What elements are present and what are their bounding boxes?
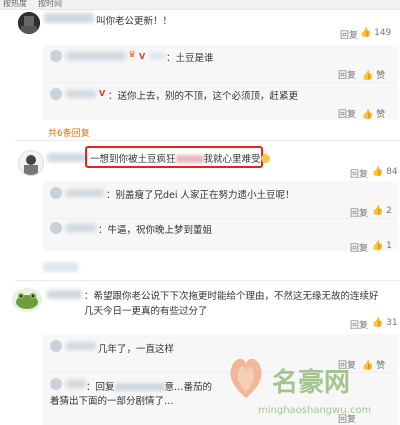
avatar[interactable] bbox=[12, 288, 42, 312]
thumb-up-icon: 👍 bbox=[362, 71, 374, 81]
reply-text-line2: 着猜出下面的一部分剧情了… bbox=[50, 396, 174, 407]
username-redacted bbox=[44, 13, 94, 23]
like-count: 1 bbox=[386, 241, 392, 251]
watermark-logo bbox=[226, 352, 266, 400]
reply-username-redacted bbox=[66, 52, 126, 60]
sort-tab-bar: 按热度 按时间 bbox=[0, 0, 400, 10]
like-button[interactable]: 👍 31 bbox=[372, 318, 398, 328]
reply-button[interactable]: 回复 bbox=[350, 241, 368, 254]
thumb-up-icon: 👍 bbox=[372, 167, 384, 177]
like-button[interactable]: 👍 赞 bbox=[362, 107, 385, 120]
reply-avatar[interactable] bbox=[50, 50, 62, 62]
reply-username-redacted bbox=[66, 380, 86, 388]
like-button[interactable]: 👍 1 bbox=[372, 241, 392, 251]
tab-by-time[interactable]: 按时间 bbox=[38, 0, 62, 9]
redacted-text bbox=[175, 155, 204, 163]
divider bbox=[15, 140, 400, 141]
thumb-up-icon: 👍 bbox=[360, 28, 372, 38]
thumb-up-icon: 👍 bbox=[372, 241, 384, 251]
comment-text: 一想到你被土豆疯狂 我就心里难受 bbox=[90, 151, 270, 165]
reply-username-redacted bbox=[149, 52, 165, 60]
vip-badge-icon: V bbox=[139, 52, 146, 61]
comment-text: ：希望跟你老公说下下次拖更时能给个理由，不然这无缘无故的连续好几天今日一更真的有… bbox=[84, 291, 379, 317]
redacted-text bbox=[114, 383, 165, 391]
reply-text: ：别盖瘦了兄dei 人家正在努力遗小土豆呢！ bbox=[106, 190, 295, 201]
comment-text-start: 一想到你被土豆疯狂 bbox=[90, 154, 176, 165]
like-label: 赞 bbox=[376, 71, 386, 81]
like-label: 赞 bbox=[376, 361, 386, 371]
reply-button[interactable]: 回复 bbox=[338, 107, 356, 120]
reply-avatar[interactable] bbox=[50, 187, 62, 199]
like-count: 84 bbox=[386, 167, 398, 177]
reply-username-redacted bbox=[66, 189, 104, 197]
like-button[interactable]: 👍 149 bbox=[360, 28, 391, 38]
reply-avatar[interactable] bbox=[50, 378, 62, 390]
like-button[interactable]: 👍 84 bbox=[372, 167, 398, 177]
reply-username-redacted bbox=[66, 342, 96, 350]
username-redacted bbox=[47, 153, 87, 162]
avatar-image-icon bbox=[18, 12, 40, 34]
thumb-up-icon: 👍 bbox=[372, 206, 384, 216]
watermark-title: 名豪网 bbox=[272, 368, 351, 398]
divider bbox=[50, 82, 395, 83]
watermark-logo-icon bbox=[230, 358, 262, 398]
reply-avatar[interactable] bbox=[50, 222, 62, 234]
reply-text: ：牛逼，祝你晚上梦到董姐 bbox=[98, 225, 213, 236]
watermark-url: minghaoshangwu.com bbox=[258, 405, 372, 416]
reply-text: ：回复 意…番茄的 bbox=[86, 379, 212, 393]
like-count: 31 bbox=[386, 318, 398, 328]
thumb-up-icon: 👍 bbox=[372, 318, 384, 328]
username-redacted bbox=[47, 290, 82, 299]
avatar[interactable] bbox=[18, 12, 40, 34]
thumb-up-icon: 👍 bbox=[362, 110, 374, 120]
like-button[interactable]: 👍 赞 bbox=[362, 358, 385, 371]
sad-emoji-icon bbox=[260, 154, 270, 163]
like-button[interactable]: 👍 2 bbox=[372, 206, 392, 216]
frog-avatar-icon bbox=[16, 293, 38, 309]
reply-username-redacted bbox=[66, 90, 96, 98]
comment-text: 叫你老公更新！！ bbox=[96, 16, 173, 27]
more-replies-link[interactable]: 共6条回复 bbox=[48, 126, 90, 139]
reply-text: ：送你上去，别的不顶，这个必须顶，赶紧更 bbox=[108, 91, 299, 102]
divider bbox=[50, 218, 395, 219]
comment-text-end: 我就心里难受 bbox=[203, 154, 261, 165]
more-replies-redacted bbox=[43, 262, 78, 272]
thumb-up-icon: 👍 bbox=[362, 361, 374, 371]
reply-text: 几年了，一直这样 bbox=[98, 344, 175, 355]
reply-button[interactable]: 回复 bbox=[340, 28, 358, 41]
reply-button[interactable]: 回复 bbox=[350, 167, 368, 180]
reply-prefix: ：回复 bbox=[86, 382, 115, 393]
avatar[interactable] bbox=[18, 150, 44, 176]
divider bbox=[15, 280, 400, 281]
reply-avatar[interactable] bbox=[50, 340, 62, 352]
reply-username-redacted bbox=[66, 224, 96, 232]
like-count: 2 bbox=[386, 206, 392, 216]
reply-button[interactable]: 回复 bbox=[350, 318, 368, 331]
reply-button[interactable]: 回复 bbox=[338, 68, 356, 81]
like-count: 149 bbox=[374, 28, 392, 38]
like-label: 赞 bbox=[376, 110, 386, 120]
reply-avatar[interactable] bbox=[50, 88, 62, 100]
tab-by-hot[interactable]: 按热度 bbox=[3, 0, 27, 9]
crown-badge-icon: ♛ bbox=[128, 50, 137, 60]
avatar-image-icon bbox=[24, 155, 38, 175]
reply-middle: 意…番茄的 bbox=[164, 382, 213, 393]
reply-text: ：土豆是谁 bbox=[166, 53, 214, 64]
vip-badge-icon: V bbox=[99, 89, 106, 98]
like-button[interactable]: 👍 赞 bbox=[362, 68, 385, 81]
